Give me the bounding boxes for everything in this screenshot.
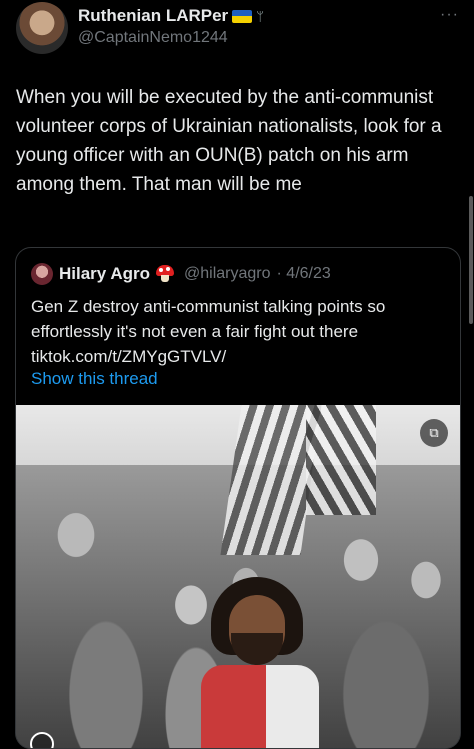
media-overlay-person [201,577,319,748]
quote-link[interactable]: tiktok.com/t/ZMYgGTVLV/ [31,347,226,366]
quote-author-name[interactable]: Hilary Agro [59,264,150,284]
tweet-text: When you will be executed by the anti-co… [16,87,442,195]
media-flag-secondary [306,405,376,515]
quote-author-avatar[interactable] [31,263,53,285]
quote-body: Gen Z destroy anti-communist talking poi… [31,297,386,341]
ukraine-flag-icon [232,9,253,23]
author-name-row: Ruthenian LARPer ᛘ [78,6,264,26]
show-thread-link[interactable]: Show this thread [31,369,158,389]
scrollbar[interactable] [469,196,473,324]
quote-header: Hilary Agro @hilaryagro · 4/6/23 [31,263,331,285]
tweet-header: Ruthenian LARPer ᛘ @CaptainNemo1244 ··· [16,2,461,54]
author-display-name[interactable]: Ruthenian LARPer [78,6,228,26]
trident-icon: ᛘ [256,8,264,24]
sensitive-media-icon[interactable]: ⧉ [420,419,448,447]
mushroom-icon [156,265,175,283]
more-options-icon[interactable]: ··· [440,6,459,24]
author-avatar[interactable] [16,2,68,54]
quote-date[interactable]: · 4/6/23 [277,265,331,283]
quoted-tweet[interactable]: Hilary Agro @hilaryagro · 4/6/23 Gen Z d… [15,247,461,749]
quote-media-image[interactable]: ⧉ [16,405,460,748]
author-handle[interactable]: @CaptainNemo1244 [78,29,228,47]
quote-author-handle[interactable]: @hilaryagro [184,265,271,283]
quote-text: Gen Z destroy anti-communist talking poi… [31,294,446,369]
